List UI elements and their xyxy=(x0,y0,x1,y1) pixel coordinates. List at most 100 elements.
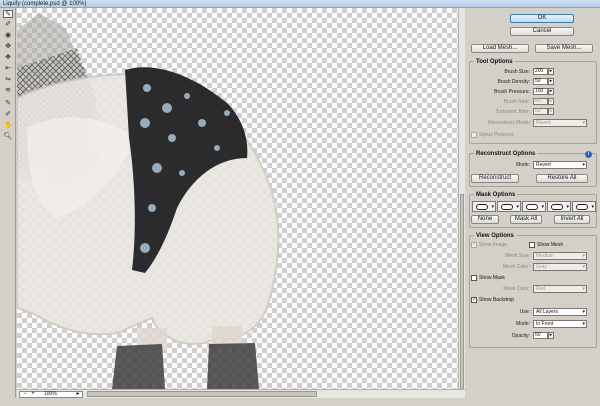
show-mask-checkbox[interactable] xyxy=(471,275,477,281)
brush-size-input[interactable]: 200 xyxy=(533,68,548,75)
vertical-scroll-thumb[interactable] xyxy=(460,194,464,394)
chevron-down-icon: ▾ xyxy=(582,120,585,126)
reconstruct-mode-label-2: Mode: xyxy=(516,162,530,168)
mask-options-title: Mask Options xyxy=(474,192,518,198)
show-backdrop-checkbox[interactable]: ✓ xyxy=(471,297,477,303)
show-mesh-checkbox[interactable] xyxy=(529,242,535,248)
bloat-tool-icon[interactable]: ❖ xyxy=(3,54,13,62)
horizontal-scroll-thumb[interactable] xyxy=(87,391,317,397)
load-mesh-button[interactable]: Load Mesh... xyxy=(471,44,529,53)
chevron-down-icon: ▾ xyxy=(582,253,585,259)
mesh-color-label: Mesh Color: xyxy=(503,264,530,270)
stylus-pressure-checkbox[interactable] xyxy=(471,132,477,138)
brush-rate-arrow-icon[interactable]: ▸ xyxy=(548,98,554,105)
brush-rate-label: Brush Rate: xyxy=(503,99,530,105)
push-left-tool-icon[interactable]: ⇤ xyxy=(3,65,13,73)
backdrop-mode-select[interactable]: In Front ▾ xyxy=(533,320,587,328)
mask-none-button[interactable]: None xyxy=(471,215,499,224)
brush-pressure-label: Brush Pressure: xyxy=(494,89,530,95)
cancel-button[interactable]: Cancel xyxy=(510,27,574,36)
ok-button[interactable]: OK xyxy=(510,14,574,23)
mesh-size-select[interactable]: Medium ▾ xyxy=(533,252,587,260)
tool-options-title: Tool Options xyxy=(474,59,515,65)
replace-selection-icon[interactable]: ▾ xyxy=(472,201,496,212)
turbulence-tool-icon[interactable]: ≋ xyxy=(3,87,13,95)
mesh-size-value: Medium xyxy=(536,253,554,259)
brush-density-input[interactable]: 50 xyxy=(533,78,548,85)
zoom-in-icon[interactable]: + xyxy=(29,391,37,397)
reconstruct-options-title: Reconstruct Options xyxy=(474,151,538,157)
reconstruct-mode-label: Reconstruct Mode: xyxy=(488,120,530,126)
brush-size-arrow-icon[interactable]: ▸ xyxy=(548,68,554,75)
show-image-checkbox[interactable]: ✓ xyxy=(471,242,477,248)
mirror-tool-icon[interactable]: ⇋ xyxy=(3,76,13,84)
hand-tool-icon[interactable]: ✋ xyxy=(3,122,13,130)
intersect-selection-icon[interactable]: ▾ xyxy=(547,201,571,212)
use-value: All Layers xyxy=(536,309,558,315)
mesh-size-label: Mesh Size: xyxy=(505,253,530,259)
use-select[interactable]: All Layers ▾ xyxy=(533,308,587,316)
options-panel: OK Cancel Load Mesh... Save Mesh... Tool… xyxy=(466,8,600,406)
zoom-menu-icon[interactable]: ▸ xyxy=(74,391,82,397)
reconstruct-options-mode-select[interactable]: Revert ▾ xyxy=(533,161,587,169)
mask-all-button[interactable]: Mask All xyxy=(510,215,542,224)
chevron-down-icon: ▾ xyxy=(582,286,585,292)
opacity-label: Opacity: xyxy=(511,333,530,339)
show-backdrop-label: Show Backdrop xyxy=(479,297,515,303)
vertical-scrollbar[interactable] xyxy=(458,8,465,394)
brush-rate-input[interactable]: 80 xyxy=(533,98,548,105)
zoom-tool-icon[interactable]: 🔍︎ xyxy=(3,133,13,141)
zoom-level: 100% xyxy=(44,391,57,397)
mesh-color-value: Gray xyxy=(536,264,547,270)
backdrop-mode-label: Mode: xyxy=(516,321,530,327)
twirl-tool-icon[interactable]: ◉ xyxy=(3,32,13,40)
restore-all-button[interactable]: Restore All xyxy=(536,174,588,183)
reconstruct-button[interactable]: Reconstruct xyxy=(471,174,519,183)
view-options-title: View Options xyxy=(474,233,516,239)
save-mesh-button[interactable]: Save Mesh... xyxy=(535,44,593,53)
stylus-pressure-label: Stylus Pressure xyxy=(479,132,515,138)
thaw-mask-tool-icon[interactable]: ✐ xyxy=(3,111,13,119)
opacity-arrow-icon[interactable]: ▸ xyxy=(548,332,554,339)
add-to-selection-icon[interactable]: ▾ xyxy=(497,201,521,212)
chevron-down-icon: ▾ xyxy=(582,309,585,315)
liquify-toolbar: ✎ ✐ ◉ ✥ ❖ ⇤ ⇋ ≋ ✎ ✐ ✋ 🔍︎ xyxy=(0,8,16,398)
show-mesh-label: Show Mesh xyxy=(537,242,564,248)
forward-warp-tool-icon[interactable]: ✎ xyxy=(3,10,13,18)
freeze-mask-tool-icon[interactable]: ✎ xyxy=(3,100,13,108)
pucker-tool-icon[interactable]: ✥ xyxy=(3,43,13,51)
show-image-label: Show Image xyxy=(479,242,507,248)
mask-color-label: Mask Color: xyxy=(503,286,530,292)
brush-density-arrow-icon[interactable]: ▸ xyxy=(548,78,554,85)
window-title: Liquify (complete.psd @ 100%) xyxy=(3,1,87,7)
backdrop-mode-value: In Front xyxy=(536,321,554,327)
mask-color-value: Red xyxy=(536,286,546,292)
brush-density-label: Brush Density: xyxy=(497,79,530,85)
window-title-bar: Liquify (complete.psd @ 100%) xyxy=(0,0,600,8)
invert-all-button[interactable]: Invert All xyxy=(554,215,590,224)
preview-image xyxy=(17,13,280,389)
opacity-input[interactable]: 50 xyxy=(533,332,548,339)
mesh-color-select[interactable]: Gray ▾ xyxy=(533,263,587,271)
chevron-down-icon: ▾ xyxy=(582,264,585,270)
reconstruct-mode-select[interactable]: Revert ▾ xyxy=(533,119,587,127)
help-info-icon[interactable]: i xyxy=(585,151,592,158)
reconstruct-tool-icon[interactable]: ✐ xyxy=(3,21,13,29)
zoom-field[interactable]: − + 100% ▸ xyxy=(19,391,83,398)
chevron-down-icon: ▾ xyxy=(582,321,585,327)
show-mask-label: Show Mask xyxy=(479,275,505,281)
invert-selection-icon[interactable]: ▾ xyxy=(572,201,596,212)
preview-canvas[interactable] xyxy=(17,8,458,389)
turbulent-jitter-input[interactable]: 50 xyxy=(533,108,548,115)
chevron-down-icon: ▾ xyxy=(582,162,585,168)
brush-pressure-arrow-icon[interactable]: ▸ xyxy=(548,88,554,95)
zoom-out-icon[interactable]: − xyxy=(21,391,29,397)
horizontal-scrollbar[interactable]: − + 100% ▸ xyxy=(17,389,465,398)
turbulent-jitter-arrow-icon[interactable]: ▸ xyxy=(548,108,554,115)
turbulent-jitter-label: Turbulent Jitter: xyxy=(495,109,530,115)
brush-pressure-input[interactable]: 100 xyxy=(533,88,548,95)
mask-color-select[interactable]: Red ▾ xyxy=(533,285,587,293)
use-label: Use: xyxy=(519,309,530,315)
subtract-from-selection-icon[interactable]: ▾ xyxy=(522,201,546,212)
brush-size-label: Brush Size: xyxy=(504,69,530,75)
